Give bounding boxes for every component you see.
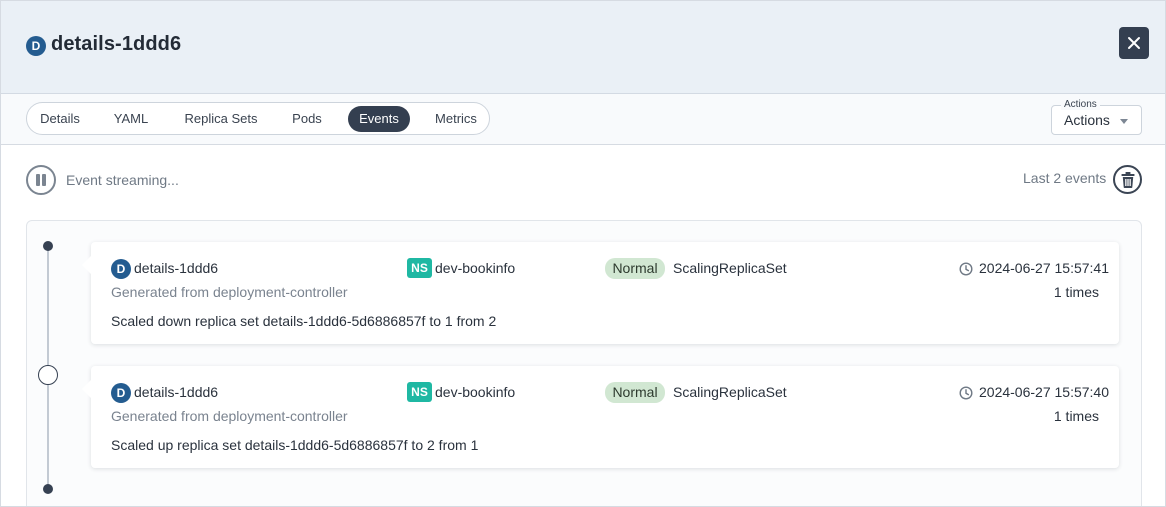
- page-title: details-1ddd6: [51, 33, 182, 55]
- tab-group: Details YAML Replica Sets Pods Events Me…: [26, 102, 490, 135]
- timeline-marker: [38, 365, 58, 385]
- tab-events[interactable]: Events: [348, 106, 410, 132]
- event-message: Scaled up replica set details-1ddd6-5d68…: [111, 437, 479, 453]
- event-reason: ScalingReplicaSet: [673, 384, 787, 400]
- tab-bar: Details YAML Replica Sets Pods Events Me…: [1, 94, 1165, 145]
- event-count-label: Last 2 events: [1023, 170, 1107, 186]
- close-icon: [1128, 37, 1140, 49]
- event-detail-modal: D details-1ddd6 Details YAML Replica Set…: [0, 0, 1166, 507]
- deployment-kind-badge: D: [111, 259, 131, 279]
- chevron-down-icon: [1120, 119, 1128, 124]
- deployment-kind-badge: D: [26, 36, 46, 56]
- event-namespace[interactable]: dev-bookinfo: [435, 384, 515, 400]
- close-button[interactable]: [1119, 27, 1149, 59]
- deployment-kind-badge: D: [111, 383, 131, 403]
- tab-details[interactable]: Details: [30, 106, 90, 132]
- timeline-start-dot: [43, 241, 53, 251]
- namespace-badge: NS: [407, 258, 432, 278]
- event-type-badge: Normal: [605, 258, 665, 279]
- event-source: Generated from deployment-controller: [111, 408, 348, 424]
- event-card: D details-1ddd6 Generated from deploymen…: [82, 242, 1119, 344]
- actions-dropdown-value: Actions: [1064, 112, 1110, 128]
- tab-metrics[interactable]: Metrics: [423, 106, 489, 132]
- event-reason: ScalingReplicaSet: [673, 260, 787, 276]
- timeline-end-dot: [43, 484, 53, 494]
- tab-replica-sets[interactable]: Replica Sets: [175, 106, 267, 132]
- modal-header: D details-1ddd6: [1, 1, 1165, 94]
- actions-dropdown-label: Actions: [1061, 100, 1100, 110]
- streaming-status: Event streaming...: [66, 172, 179, 188]
- clear-events-button[interactable]: [1113, 165, 1142, 194]
- event-type-badge: Normal: [605, 382, 665, 403]
- tab-pods[interactable]: Pods: [279, 106, 335, 132]
- namespace-badge: NS: [407, 382, 432, 402]
- event-message: Scaled down replica set details-1ddd6-5d…: [111, 313, 497, 329]
- event-count: 1 times: [1053, 408, 1099, 424]
- event-timestamp: 2024-06-27 15:57:41: [979, 260, 1109, 276]
- event-object-name[interactable]: details-1ddd6: [134, 384, 218, 400]
- pause-streaming-button[interactable]: [26, 165, 56, 195]
- tab-yaml[interactable]: YAML: [99, 106, 163, 132]
- event-namespace[interactable]: dev-bookinfo: [435, 260, 515, 276]
- clock-icon: [959, 386, 973, 400]
- event-card: D details-1ddd6 Generated from deploymen…: [82, 366, 1119, 468]
- event-source: Generated from deployment-controller: [111, 284, 348, 300]
- clock-icon: [959, 262, 973, 276]
- event-timestamp: 2024-06-27 15:57:40: [979, 384, 1109, 400]
- event-object-name[interactable]: details-1ddd6: [134, 260, 218, 276]
- trash-icon: [1121, 172, 1135, 188]
- event-count: 1 times: [1053, 284, 1099, 300]
